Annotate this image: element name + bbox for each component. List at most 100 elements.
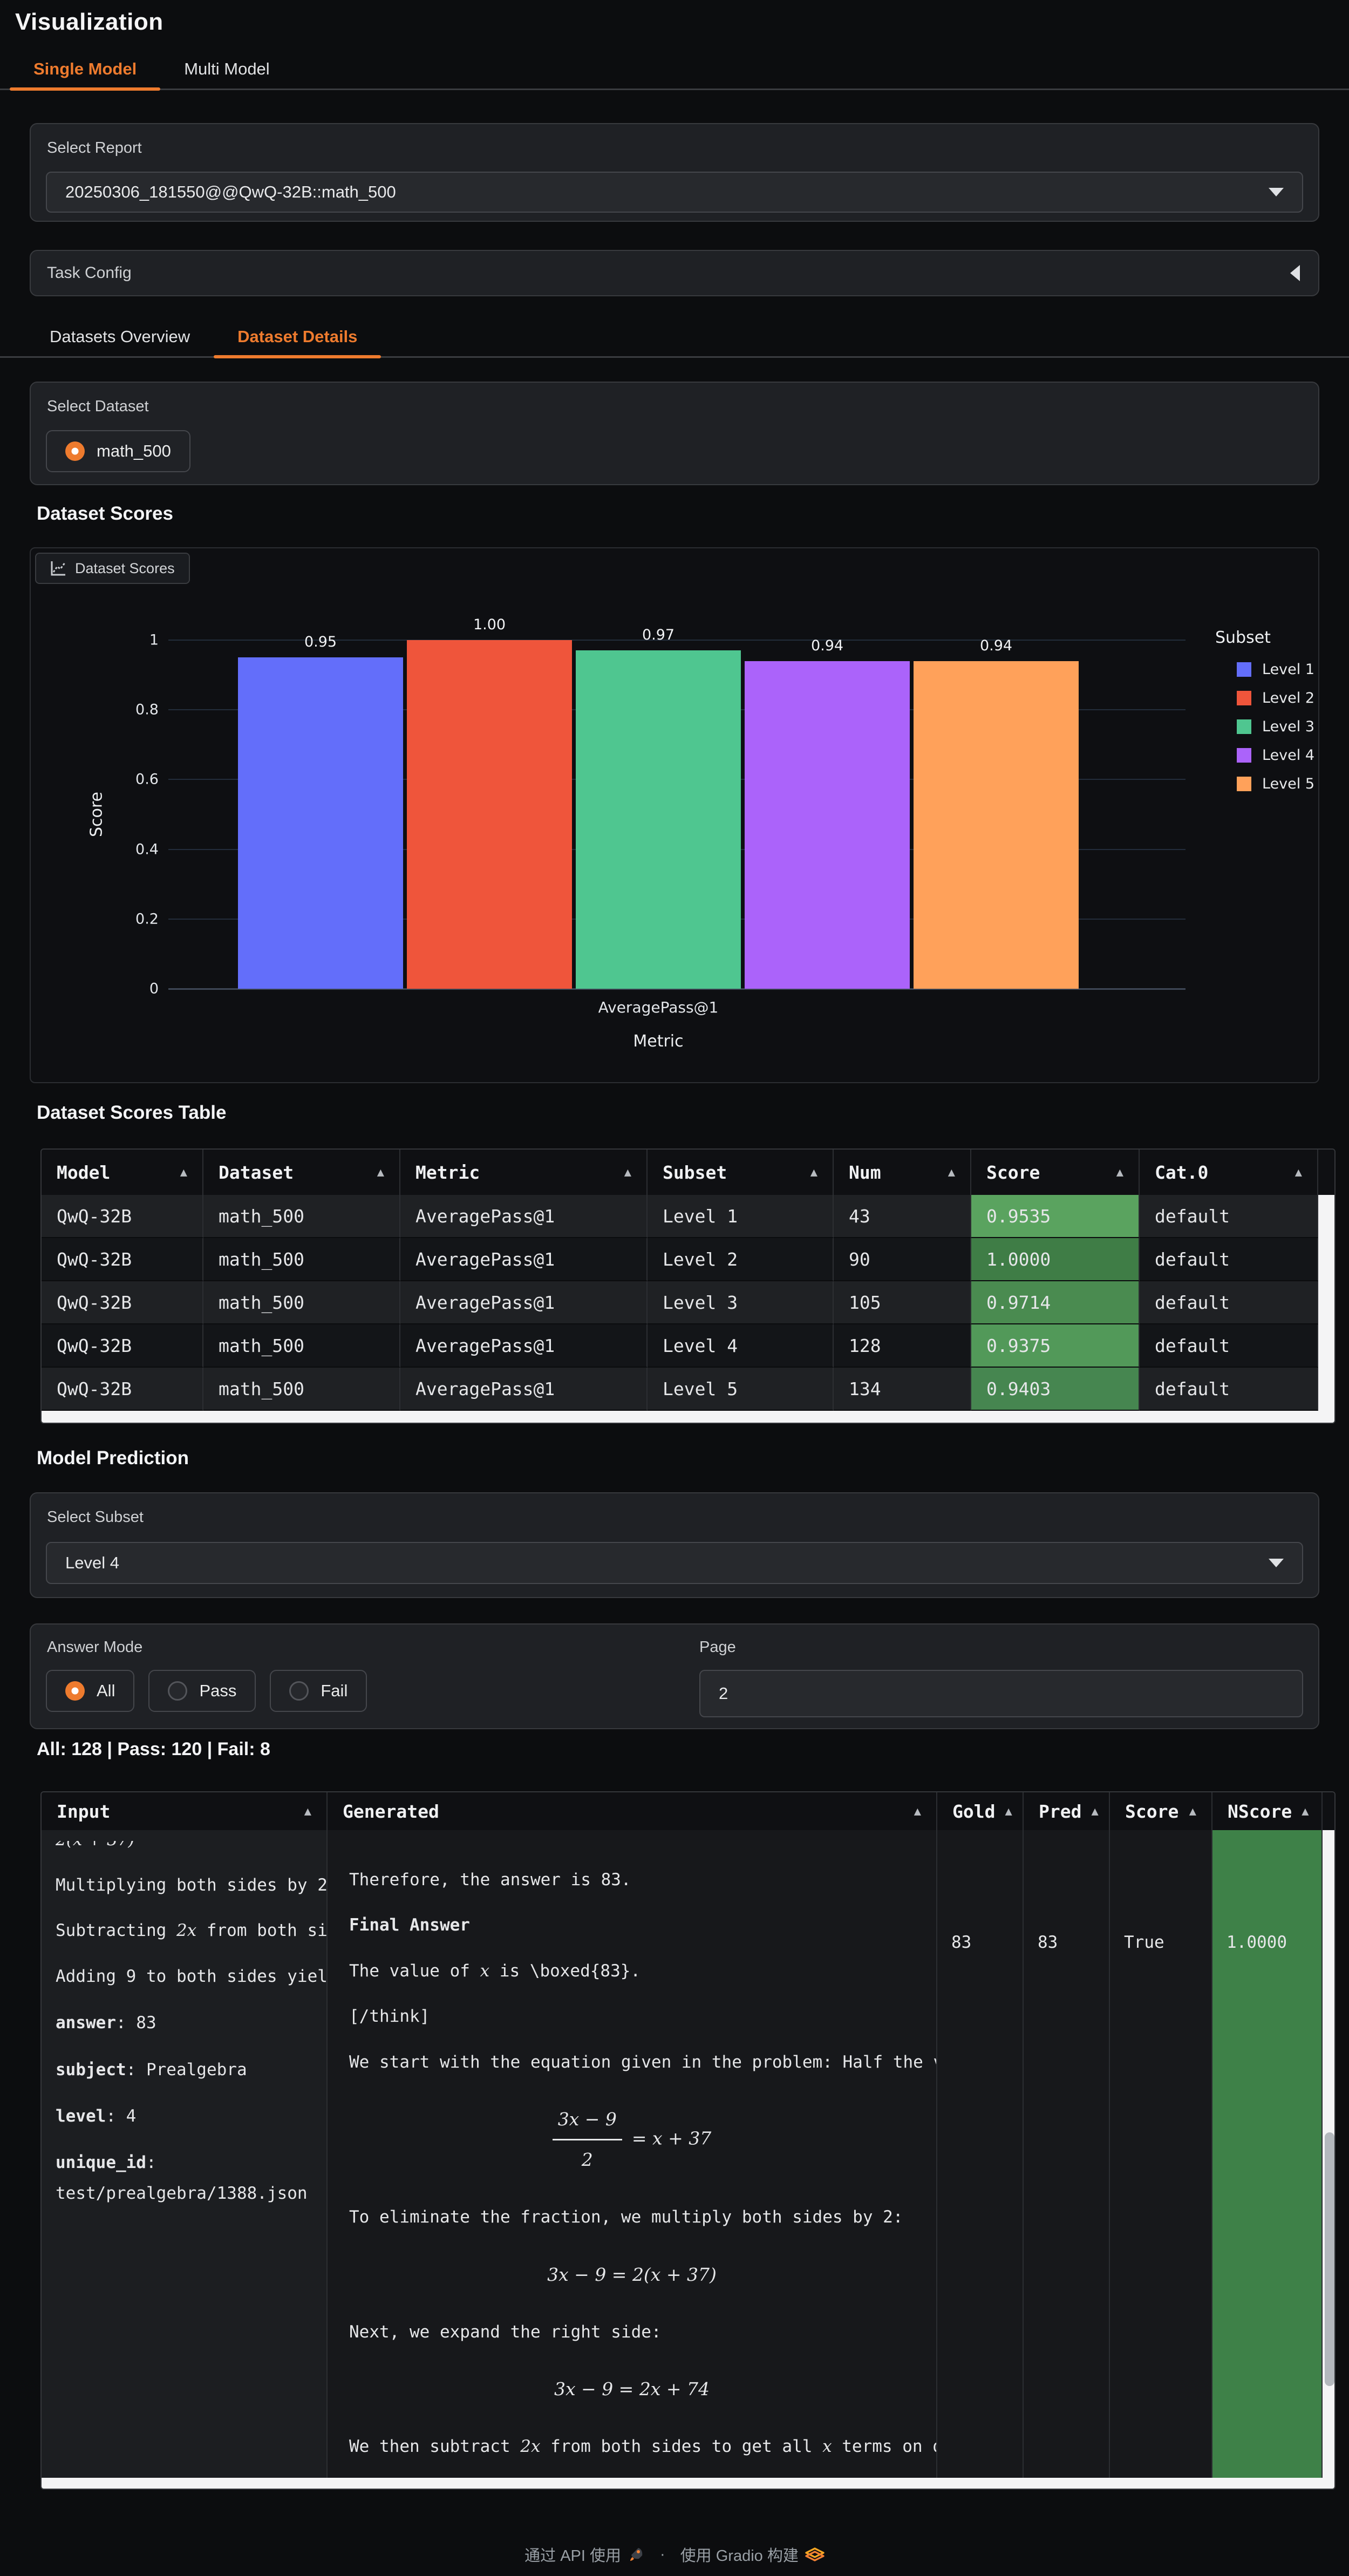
sort-arrow-icon[interactable]: ▲ bbox=[1189, 1805, 1196, 1818]
generated-cell: Therefore, the answer is 83.Final Answer… bbox=[328, 1830, 937, 2478]
legend-item-label: Level 4 bbox=[1262, 747, 1314, 764]
subset-dropdown[interactable]: Level 4 bbox=[46, 1542, 1303, 1584]
metadata-field-unique_id: unique_id: test/prealgebra/1388.json bbox=[56, 2147, 312, 2208]
sort-arrow-icon[interactable]: ▲ bbox=[377, 1166, 384, 1179]
table-row: QwQ-32Bmath_500AveragePass@1Level 51340.… bbox=[42, 1368, 1334, 1411]
bar-level-3[interactable] bbox=[576, 650, 741, 989]
chevron-down-icon bbox=[1269, 1559, 1284, 1567]
column-header-model[interactable]: Model▲ bbox=[42, 1150, 203, 1195]
column-header-generated[interactable]: Generated▲ bbox=[328, 1792, 937, 1830]
dataset-option-math_500[interactable]: math_500 bbox=[46, 430, 190, 472]
table-cell: 105 bbox=[834, 1281, 971, 1324]
footer-built-with-link[interactable]: 使用 Gradio 构建 bbox=[680, 2543, 799, 2566]
sort-arrow-icon[interactable]: ▲ bbox=[1116, 1166, 1123, 1179]
table-horizontal-scrollbar[interactable] bbox=[42, 2478, 1334, 2490]
legend-item-level-1[interactable]: Level 1 bbox=[1237, 661, 1314, 678]
bar-level-4[interactable] bbox=[745, 661, 910, 989]
column-header-label: Score bbox=[1125, 1801, 1178, 1822]
table-row: QwQ-32Bmath_500AveragePass@1Level 2901.0… bbox=[42, 1238, 1334, 1281]
equation-fraction: 3x − 92= x + 37 bbox=[349, 2103, 915, 2176]
select-subset-label: Select Subset bbox=[47, 1508, 144, 1526]
legend-item-level-4[interactable]: Level 4 bbox=[1237, 747, 1314, 764]
legend-item-level-3[interactable]: Level 3 bbox=[1237, 718, 1314, 735]
sort-arrow-icon[interactable]: ▲ bbox=[1005, 1805, 1012, 1818]
column-header-score[interactable]: Score ▲ bbox=[1110, 1792, 1212, 1830]
column-header-nscore[interactable]: NScore▲ bbox=[1212, 1792, 1323, 1830]
table-row: QwQ-32Bmath_500AveragePass@1Level 1430.9… bbox=[42, 1195, 1334, 1238]
legend-item-level-5[interactable]: Level 5 bbox=[1237, 776, 1314, 792]
sort-arrow-icon[interactable]: ▲ bbox=[810, 1166, 817, 1179]
column-header-score[interactable]: Score ▲ bbox=[971, 1150, 1140, 1195]
answer-mode-page-panel: Answer Mode AllPassFail Page 2 bbox=[30, 1623, 1319, 1729]
report-dropdown-value: 20250306_181550@@QwQ-32B::math_500 bbox=[65, 182, 396, 202]
bar-value-label: 1.00 bbox=[473, 616, 506, 633]
gold-cell: 83 bbox=[937, 1830, 1024, 2478]
sort-arrow-icon[interactable]: ▲ bbox=[914, 1805, 921, 1818]
y-tick-label: 0.4 bbox=[135, 841, 159, 858]
tab-datasets-overview[interactable]: Datasets Overview bbox=[26, 320, 214, 356]
sort-arrow-icon[interactable]: ▲ bbox=[1295, 1166, 1302, 1179]
accordion-collapse-icon[interactable] bbox=[1290, 265, 1300, 281]
table-vertical-scrollbar[interactable] bbox=[1318, 1150, 1336, 1195]
table-vertical-scrollbar[interactable] bbox=[1323, 1830, 1336, 2478]
legend-item-level-2[interactable]: Level 2 bbox=[1237, 690, 1314, 706]
column-header-dataset[interactable]: Dataset▲ bbox=[203, 1150, 400, 1195]
sort-arrow-icon[interactable]: ▲ bbox=[1091, 1805, 1098, 1818]
y-tick-label: 0.2 bbox=[135, 910, 159, 927]
column-header-label: Num bbox=[849, 1162, 881, 1183]
page-input-value: 2 bbox=[719, 1684, 728, 1703]
sort-arrow-icon[interactable]: ▲ bbox=[180, 1166, 187, 1179]
column-header-num[interactable]: Num ▲ bbox=[834, 1150, 971, 1195]
column-header-input[interactable]: Input ▲ bbox=[42, 1792, 328, 1830]
y-tick-label: 1 bbox=[149, 632, 159, 649]
table-cell: 134 bbox=[834, 1368, 971, 1411]
chart-plot-area[interactable]: Score 00.20.40.60.810.951.000.970.940.94… bbox=[168, 640, 1186, 989]
chart-tab-button[interactable]: Dataset Scores bbox=[35, 553, 190, 584]
sort-arrow-icon[interactable]: ▲ bbox=[304, 1805, 311, 1818]
radio-selected-icon bbox=[65, 1681, 85, 1701]
table-vertical-scrollbar[interactable] bbox=[1318, 1281, 1336, 1324]
answer-mode-option-pass[interactable]: Pass bbox=[148, 1670, 256, 1712]
tab-single-model[interactable]: Single Model bbox=[10, 52, 160, 89]
table-vertical-scrollbar[interactable] bbox=[1318, 1324, 1336, 1368]
table-horizontal-scrollbar[interactable] bbox=[42, 1411, 1334, 1424]
y-axis-title: Score bbox=[87, 792, 106, 837]
table-cell: math_500 bbox=[203, 1368, 400, 1411]
column-header-label: Input bbox=[57, 1801, 110, 1822]
metadata-field-subject: subject: Prealgebra bbox=[56, 2055, 312, 2085]
dataset-view-tabs: Datasets OverviewDataset Details bbox=[0, 320, 1349, 358]
sort-arrow-icon[interactable]: ▲ bbox=[948, 1166, 955, 1179]
table-vertical-scrollbar[interactable] bbox=[1318, 1368, 1336, 1411]
table-vertical-scrollbar[interactable] bbox=[1318, 1195, 1336, 1238]
bar-level-2[interactable] bbox=[407, 640, 572, 989]
tab-multi-model[interactable]: Multi Model bbox=[160, 52, 294, 89]
table-cell: AveragePass@1 bbox=[400, 1238, 648, 1281]
column-header-pred[interactable]: Pred▲ bbox=[1024, 1792, 1110, 1830]
answer-mode-option-fail[interactable]: Fail bbox=[270, 1670, 367, 1712]
page-input[interactable]: 2 bbox=[699, 1670, 1303, 1717]
report-dropdown[interactable]: 20250306_181550@@QwQ-32B::math_500 bbox=[46, 172, 1303, 213]
legend-swatch-icon bbox=[1237, 777, 1251, 791]
column-header-cat0[interactable]: Cat.0▲ bbox=[1140, 1150, 1318, 1195]
column-header-metric[interactable]: Metric▲ bbox=[400, 1150, 648, 1195]
bar-level-5[interactable] bbox=[914, 661, 1079, 989]
table-row: QwQ-32Bmath_500AveragePass@1Level 41280.… bbox=[42, 1324, 1334, 1368]
table-cell: default bbox=[1140, 1324, 1318, 1368]
sort-arrow-icon[interactable]: ▲ bbox=[1302, 1805, 1309, 1818]
gradio-footer: 通过 API 使用 · 使用 Gradio 构建 bbox=[0, 2543, 1349, 2566]
radio-option-label: Pass bbox=[199, 1681, 236, 1701]
bar-value-label: 0.97 bbox=[642, 627, 674, 643]
table-vertical-scrollbar[interactable] bbox=[1318, 1238, 1336, 1281]
answer-mode-option-all[interactable]: All bbox=[46, 1670, 134, 1712]
column-header-label: Score bbox=[986, 1162, 1040, 1183]
table-vertical-scrollbar[interactable] bbox=[1323, 1792, 1336, 1830]
sort-arrow-icon[interactable]: ▲ bbox=[624, 1166, 631, 1179]
column-header-gold[interactable]: Gold▲ bbox=[937, 1792, 1024, 1830]
column-header-subset[interactable]: Subset▲ bbox=[648, 1150, 834, 1195]
bar-level-1[interactable] bbox=[238, 657, 403, 989]
input-cell: 2(x + 37)Multiplying both sides by 2 giv… bbox=[42, 1830, 328, 2478]
footer-use-api-link[interactable]: 通过 API 使用 bbox=[524, 2543, 621, 2566]
scrollbar-thumb[interactable] bbox=[1325, 2132, 1334, 2386]
task-config-accordion[interactable]: Task Config bbox=[30, 250, 1319, 296]
tab-dataset-details[interactable]: Dataset Details bbox=[214, 320, 381, 356]
